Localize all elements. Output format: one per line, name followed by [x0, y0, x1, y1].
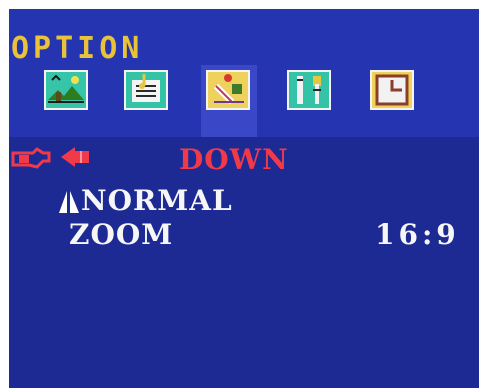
tab-picture[interactable]: [39, 65, 95, 123]
menu-title: OPTION: [11, 31, 144, 66]
selected-option-value[interactable]: DOWN: [179, 143, 289, 176]
normal-label[interactable]: NORMAL: [81, 184, 233, 217]
flip-icon: [59, 191, 79, 213]
selection-indicator: [11, 143, 97, 171]
tab-bar: [9, 65, 479, 137]
option-tools-icon: [206, 70, 250, 110]
zoom-label[interactable]: ZOOM: [69, 218, 173, 251]
tab-tools[interactable]: [282, 65, 338, 123]
left-arrow-icon: [61, 147, 89, 167]
document-sound-icon: [124, 70, 168, 110]
picture-icon: [44, 70, 88, 110]
tab-clock[interactable]: [365, 65, 421, 123]
osd-screen: OPTION DOWN NORMAL ZOOM 16:9: [9, 9, 479, 388]
tab-document[interactable]: [119, 65, 175, 123]
tab-option[interactable]: [201, 65, 257, 137]
tools-icon: [287, 70, 331, 110]
clock-icon: [370, 70, 414, 110]
hand-pointer-icon: [11, 147, 51, 169]
zoom-value[interactable]: 16:9: [375, 218, 460, 251]
submenu-panel: DOWN NORMAL ZOOM 16:9: [9, 137, 479, 388]
